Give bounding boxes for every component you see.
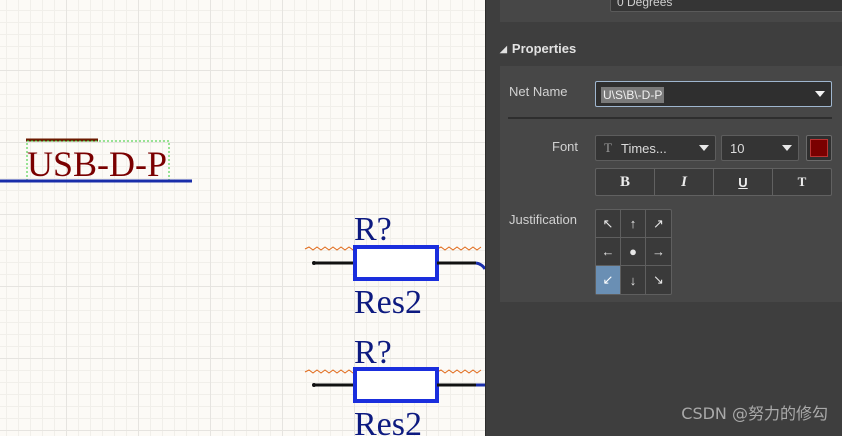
resistor-1-pin-dot	[312, 261, 316, 265]
chevron-down-icon[interactable]	[782, 145, 792, 151]
chevron-down-icon[interactable]	[815, 91, 825, 97]
font-size-dropdown[interactable]: 10	[721, 135, 799, 161]
resistor-2-body[interactable]	[353, 367, 439, 403]
net-name-input-selected-text[interactable]: U\S\B\-D-P	[601, 87, 665, 103]
resistor-1-wire[interactable]	[475, 261, 485, 270]
net-name-label: Net Name	[509, 84, 568, 99]
resistor-2-comment[interactable]: Res2	[354, 406, 422, 436]
font-color-picker[interactable]	[806, 135, 832, 161]
bold-button[interactable]: B	[596, 169, 655, 195]
justify-middle-right-button[interactable]: →	[646, 238, 671, 266]
divider	[508, 117, 832, 119]
justify-top-right-button[interactable]: ↗	[646, 210, 671, 238]
justify-bottom-right-button[interactable]: ↘	[646, 266, 671, 294]
justify-center-button[interactable]: ●	[621, 238, 646, 266]
justify-bottom-left-button[interactable]: ↙	[596, 266, 621, 294]
schematic-canvas[interactable]: USB-D-P R? Res2 R? Res2	[0, 0, 485, 436]
strikethrough-button[interactable]: T	[773, 169, 831, 195]
font-style-toolbar: B I U T	[595, 168, 832, 196]
font-size-value: 10	[730, 141, 745, 156]
font-color-swatch	[810, 139, 828, 157]
net-label-text[interactable]: USB-D-P	[27, 144, 167, 184]
schematic-drawing: USB-D-P R? Res2 R? Res2	[0, 138, 485, 436]
previous-section-body: 0 Degrees	[500, 0, 842, 22]
truetype-font-icon: T	[604, 140, 612, 155]
properties-section-body: Net Name U\S\B\-D-P Font T Times... 10 B…	[500, 66, 842, 302]
properties-section-header[interactable]: ◢ Properties	[500, 38, 576, 60]
properties-section-title: Properties	[511, 41, 577, 56]
underline-button[interactable]: U	[714, 169, 773, 195]
collapse-triangle-icon[interactable]: ◢	[500, 44, 507, 54]
italic-button[interactable]: I	[655, 169, 714, 195]
font-family-value: Times...	[621, 141, 667, 156]
properties-panel: 0 Degrees ◢ Properties Net Name U\S\B\-D-…	[485, 0, 842, 436]
resistor-2-designator[interactable]: R?	[354, 334, 392, 371]
justify-top-left-button[interactable]: ↖	[596, 210, 621, 238]
rotation-dropdown[interactable]: 0 Degrees	[610, 0, 842, 12]
justification-grid: ↖ ↑ ↗ ← ● → ↙ ↓ ↘	[595, 209, 672, 295]
resistor-2-pin-dot	[312, 383, 316, 387]
resistor-1-body[interactable]	[353, 245, 439, 281]
font-family-dropdown[interactable]: T Times...	[595, 135, 716, 161]
resistor-1-comment[interactable]: Res2	[354, 284, 422, 321]
resistor-1-designator[interactable]: R?	[354, 211, 392, 248]
justification-label: Justification	[509, 212, 577, 227]
justify-top-center-button[interactable]: ↑	[621, 210, 646, 238]
justify-bottom-center-button[interactable]: ↓	[621, 266, 646, 294]
watermark-text: CSDN @努力的修勾	[681, 404, 828, 423]
font-label: Font	[552, 139, 579, 154]
justify-middle-left-button[interactable]: ←	[596, 238, 621, 266]
chevron-down-icon[interactable]	[699, 145, 709, 151]
net-name-combobox[interactable]: U\S\B\-D-P	[595, 81, 832, 107]
